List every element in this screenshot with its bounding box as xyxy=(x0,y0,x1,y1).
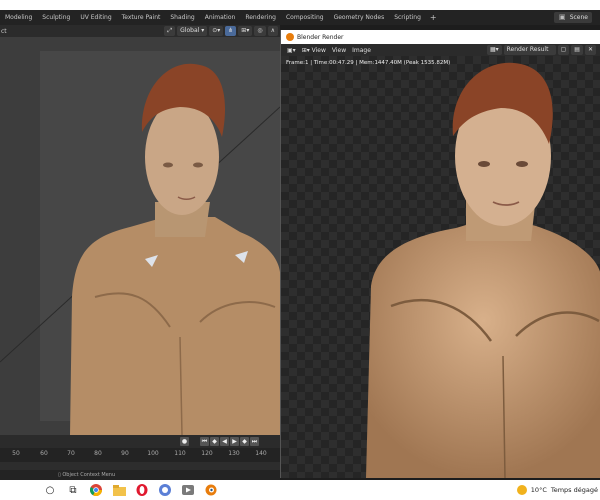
3d-viewport[interactable] xyxy=(0,37,280,435)
tab-texture-paint[interactable]: Texture Paint xyxy=(117,10,166,25)
blender-logo-icon xyxy=(286,33,294,41)
falloff-icon[interactable]: ∧ xyxy=(267,26,278,36)
taskbar-apps: ○ ⧉ xyxy=(40,480,221,500)
timeline-ruler[interactable]: 50 60 70 80 90 100 110 120 130 140 xyxy=(0,448,280,462)
chat-app-icon[interactable] xyxy=(155,480,175,500)
tab-geometry-nodes[interactable]: Geometry Nodes xyxy=(329,10,390,25)
play-button[interactable]: ▶ xyxy=(230,437,239,446)
tick-label: 100 xyxy=(147,450,159,457)
menu-image[interactable]: Image xyxy=(352,47,371,54)
video-app-icon[interactable] xyxy=(178,480,198,500)
jump-start-button[interactable]: ⏮ xyxy=(200,437,209,446)
render-torso xyxy=(366,216,600,478)
image-selector-area: ▦▾ Render Result ▢ ▤ ✕ xyxy=(486,45,596,55)
tick-label: 120 xyxy=(201,450,213,457)
close-image-icon[interactable]: ✕ xyxy=(584,45,596,55)
timeline-body[interactable] xyxy=(0,462,280,470)
render-left-eye xyxy=(478,161,490,167)
chrome-icon[interactable] xyxy=(86,480,106,500)
render-info-text: Frame:1 | Time:00:47.29 | Mem:1447.40M (… xyxy=(286,60,451,66)
render-canvas[interactable] xyxy=(281,56,600,478)
viewport-header-tools: ⤢ Global ▾ ⊙▾ ⋔ ⊞▾ ◎ ∧ xyxy=(164,26,278,36)
tab-modeling[interactable]: Modeling xyxy=(0,10,37,25)
tab-animation[interactable]: Animation xyxy=(200,10,241,25)
tab-rendering[interactable]: Rendering xyxy=(240,10,281,25)
render-window: Blender Render ▣▾ ⊞▾ View View Image ▦▾ … xyxy=(280,30,600,478)
tab-compositing[interactable]: Compositing xyxy=(281,10,329,25)
prev-keyframe-button[interactable]: ◆ xyxy=(210,437,219,446)
view-mode-label: View xyxy=(311,46,326,54)
blender-taskbar-icon[interactable] xyxy=(201,480,221,500)
character-head xyxy=(145,99,219,215)
weather-sun-icon[interactable] xyxy=(516,485,527,495)
jump-end-button[interactable]: ⏭ xyxy=(250,437,259,446)
orientation-icon[interactable]: ⤢ xyxy=(164,26,176,36)
system-tray: 10°C Temps dégagé xyxy=(516,480,600,500)
open-image-icon[interactable]: ▤ xyxy=(571,45,583,55)
play-reverse-button[interactable]: ◀ xyxy=(220,437,229,446)
pivot-icon[interactable]: ⊙▾ xyxy=(209,26,224,36)
tick-label: 70 xyxy=(67,450,75,457)
top-window-strip xyxy=(0,0,600,10)
editor-type-icon[interactable]: ▣▾ xyxy=(287,47,296,54)
tab-scripting[interactable]: Scripting xyxy=(389,10,426,25)
screen: Modeling Sculpting UV Editing Texture Pa… xyxy=(0,0,600,500)
record-button[interactable]: ● xyxy=(180,437,189,446)
status-hint: Object Context Menu xyxy=(62,472,116,478)
image-selector-label: Render Result xyxy=(506,46,549,53)
image-editor-header: ▣▾ ⊞▾ View View Image ▦▾ Render Result ▢… xyxy=(281,44,600,56)
image-selector[interactable]: Render Result xyxy=(503,45,556,55)
windows-taskbar: ○ ⧉ 10°C Temps dégagé xyxy=(0,480,600,500)
left-eye xyxy=(163,162,173,168)
timeline-header: ● ⏮ ◆ ◀ ▶ ◆ ⏭ xyxy=(0,435,280,448)
object-menu[interactable]: ct xyxy=(0,28,7,35)
render-right-eye xyxy=(516,161,528,167)
view-mode-select[interactable]: ⊞▾ View xyxy=(302,47,326,54)
right-eye xyxy=(193,162,203,168)
opera-icon[interactable] xyxy=(132,480,152,500)
tab-uv-editing[interactable]: UV Editing xyxy=(75,10,116,25)
viewport-drawing xyxy=(0,63,280,435)
render-image xyxy=(366,62,600,478)
scene-name: Scene xyxy=(569,14,588,21)
tick-label: 110 xyxy=(174,450,186,457)
search-icon[interactable]: ○ xyxy=(40,480,60,500)
mouse-icon: ▯ xyxy=(58,472,61,478)
tick-label: 130 xyxy=(228,450,240,457)
snap-settings-icon[interactable]: ⊞▾ xyxy=(238,26,253,36)
tick-label: 90 xyxy=(121,450,129,457)
transform-orientation-label: Global xyxy=(180,27,200,34)
add-workspace-button[interactable]: + xyxy=(426,13,441,22)
snap-icon[interactable]: ⋔ xyxy=(225,26,237,36)
scene-selector[interactable]: ▣ Scene xyxy=(553,12,592,23)
task-view-icon[interactable]: ⧉ xyxy=(63,480,83,500)
image-browse-icon[interactable]: ▦▾ xyxy=(486,45,502,55)
render-window-titlebar: Blender Render xyxy=(281,30,600,44)
proportional-edit-icon[interactable]: ◎ xyxy=(254,26,266,36)
tab-shading[interactable]: Shading xyxy=(165,10,199,25)
transform-orientation-select[interactable]: Global ▾ xyxy=(177,26,208,36)
workspace-tabs-bar: Modeling Sculpting UV Editing Texture Pa… xyxy=(0,10,600,25)
status-bar: ▯ Object Context Menu xyxy=(0,470,280,480)
character-torso xyxy=(70,217,280,435)
menu-view[interactable]: View xyxy=(332,47,346,54)
file-explorer-icon[interactable] xyxy=(109,480,129,500)
scene-icon: ▣ xyxy=(558,13,566,21)
playback-controls: ● ⏮ ◆ ◀ ▶ ◆ ⏭ xyxy=(180,437,259,446)
weather-description[interactable]: Temps dégagé xyxy=(551,486,598,494)
tick-label: 80 xyxy=(94,450,102,457)
tick-label: 50 xyxy=(12,450,20,457)
weather-temperature[interactable]: 10°C xyxy=(531,486,547,494)
tick-label: 140 xyxy=(255,450,267,457)
scene-selector-area: ▣ Scene xyxy=(553,10,600,25)
viewport-header: ct ⤢ Global ▾ ⊙▾ ⋔ ⊞▾ ◎ ∧ xyxy=(0,25,280,37)
tab-sculpting[interactable]: Sculpting xyxy=(37,10,75,25)
tick-label: 60 xyxy=(40,450,48,457)
new-image-icon[interactable]: ▢ xyxy=(557,45,570,55)
next-keyframe-button[interactable]: ◆ xyxy=(240,437,249,446)
render-window-title: Blender Render xyxy=(297,33,344,41)
